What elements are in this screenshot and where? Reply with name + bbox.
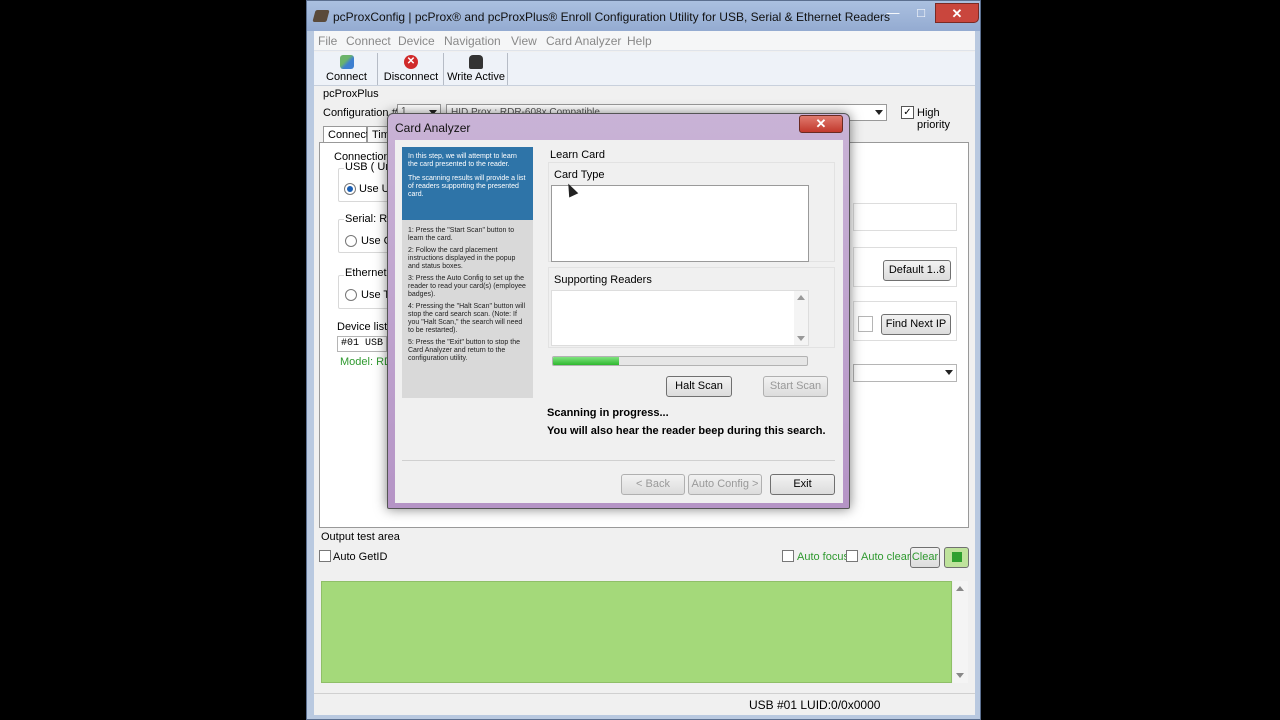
output-scrollbar[interactable] (953, 581, 968, 683)
menu-card-analyzer[interactable]: Card Analyzer (546, 34, 621, 48)
scroll-down-icon (956, 673, 964, 678)
high-priority-checkbox[interactable]: ✓ (901, 106, 914, 119)
disconnect-tool-button[interactable]: ✕ Disconnect (379, 53, 444, 85)
scan-status-line-2: You will also hear the reader beep durin… (547, 425, 826, 437)
default-1-8-button[interactable]: Default 1..8 (883, 260, 951, 281)
scroll-up-icon (797, 295, 805, 300)
device-list-select[interactable]: #01 USB (337, 336, 387, 352)
title-bar[interactable]: pcProxConfig | pcProx® and pcProxPlus® E… (307, 1, 980, 31)
output-text-area[interactable] (321, 581, 952, 683)
instruction-step: 3: Press the Auto Config to set up the r… (408, 275, 526, 298)
close-button[interactable]: ✕ (935, 3, 979, 23)
start-scan-button[interactable]: Start Scan (763, 376, 828, 397)
scroll-down-icon (797, 336, 805, 341)
instruction-step: 2: Follow the card placement instruction… (408, 247, 516, 270)
halt-scan-button[interactable]: Halt Scan (666, 376, 732, 397)
scroll-up-icon (956, 586, 964, 591)
disconnect-tool-label: Disconnect (383, 71, 439, 83)
auto-focus-label: Auto focus (797, 551, 849, 563)
maximize-button[interactable]: □ (908, 3, 934, 23)
use-tcp-radio[interactable] (345, 289, 357, 301)
device-list-value: #01 USB (341, 338, 384, 349)
menu-bar: File Connect Device Navigation View Card… (314, 31, 975, 51)
learn-card-label: Learn Card (550, 149, 606, 161)
instructions-panel: In this step, we will attempt to learn t… (402, 147, 533, 398)
instruction-step: 1: Press the "Start Scan" button to lear… (408, 227, 515, 242)
write-active-icon (469, 55, 483, 69)
flag-icon (951, 552, 962, 562)
exit-button[interactable]: Exit (770, 474, 835, 495)
device-list-label: Device list (337, 321, 388, 333)
disconnect-icon: ✕ (404, 55, 418, 69)
ip-spinner[interactable] (858, 316, 873, 332)
output-color-button[interactable] (944, 547, 969, 568)
write-active-tool-label: Write Active (447, 71, 505, 83)
tab-connect[interactable]: Connect (323, 126, 369, 143)
card-analyzer-dialog: Card Analyzer ✕ In this step, we will at… (387, 113, 850, 509)
instruction-step: 5: Press the "Exit" button to stop the C… (408, 339, 520, 362)
supporting-readers-label: Supporting Readers (554, 274, 652, 286)
instructions-intro: In this step, we will attempt to learn t… (402, 147, 533, 220)
scan-status-line-1: Scanning in progress... (547, 407, 669, 419)
instruction-step: 4: Pressing the "Halt Scan" button will … (408, 303, 526, 334)
scan-progress-bar (552, 356, 808, 366)
readers-scrollbar[interactable] (794, 291, 808, 345)
connect-icon (339, 55, 354, 69)
instructions-intro-1: In this step, we will attempt to learn t… (408, 153, 517, 168)
status-text: USB #01 LUID:0/0x0000 (749, 698, 881, 712)
minimize-button[interactable]: — (880, 3, 906, 23)
menu-device[interactable]: Device (398, 34, 435, 48)
find-next-ip-button[interactable]: Find Next IP (881, 314, 951, 335)
supporting-readers-list[interactable] (551, 290, 809, 346)
connect-tool-label: Connect (326, 71, 367, 83)
use-com-radio[interactable] (345, 235, 357, 247)
auto-getid-label: Auto GetID (333, 551, 388, 563)
menu-connect[interactable]: Connect (346, 34, 391, 48)
app-icon (312, 10, 330, 22)
clear-button[interactable]: Clear (910, 547, 940, 568)
scan-progress-fill (553, 357, 620, 365)
status-bar: USB #01 LUID:0/0x0000 (314, 693, 975, 715)
device-name: pcProxPlus (323, 88, 379, 100)
auto-clear-checkbox[interactable] (846, 550, 858, 562)
use-usb-radio[interactable] (344, 183, 356, 195)
back-button[interactable]: < Back (621, 474, 685, 495)
dialog-separator (402, 460, 835, 461)
auto-getid-checkbox[interactable] (319, 550, 331, 562)
instructions-steps: 1: Press the "Start Scan" button to lear… (402, 227, 533, 367)
menu-view[interactable]: View (511, 34, 537, 48)
card-type-label: Card Type (554, 169, 605, 181)
usb-info-field (853, 203, 957, 231)
device-list-dropdown-extension[interactable] (853, 364, 957, 382)
auto-focus-checkbox[interactable] (782, 550, 794, 562)
auto-config-button[interactable]: Auto Config > (688, 474, 762, 495)
connect-tool-button[interactable]: Connect (316, 53, 378, 85)
dialog-close-button[interactable]: ✕ (799, 115, 843, 133)
instructions-intro-2: The scanning results will provide a list… (408, 175, 526, 198)
menu-file[interactable]: File (318, 34, 337, 48)
card-type-box[interactable] (551, 185, 809, 262)
output-test-area-label: Output test area (321, 531, 400, 543)
chevron-down-icon (945, 370, 953, 375)
menu-help[interactable]: Help (627, 34, 652, 48)
window-title: pcProxConfig | pcProx® and pcProxPlus® E… (333, 10, 891, 24)
dialog-client-area: In this step, we will attempt to learn t… (395, 140, 843, 503)
high-priority-label: High priority (917, 107, 951, 131)
dialog-title: Card Analyzer (395, 121, 471, 135)
auto-clear-label: Auto clear (861, 551, 911, 563)
menu-navigation[interactable]: Navigation (444, 34, 501, 48)
chevron-down-icon (875, 110, 883, 115)
write-active-tool-button[interactable]: Write Active (445, 53, 508, 85)
toolbar: Connect ✕ Disconnect Write Active (314, 52, 975, 86)
